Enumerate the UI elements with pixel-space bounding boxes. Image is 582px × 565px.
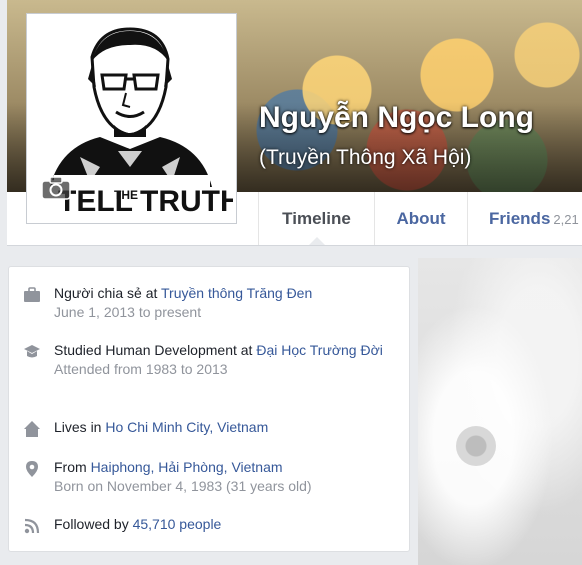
right-column-background [418, 258, 582, 565]
tab-timeline[interactable]: Timeline [258, 192, 374, 245]
tab-friends-label: Friends [489, 209, 551, 228]
education-dates: Attended from 1983 to 2013 [54, 361, 228, 377]
work-prefix: Người chia sẻ at [54, 285, 162, 301]
education-prefix: Studied Human Development at [54, 342, 257, 358]
tab-about-label: About [396, 209, 446, 228]
tab-about[interactable]: About [374, 192, 467, 245]
graduation-cap-icon [24, 345, 40, 358]
lives-prefix: Lives in [54, 419, 106, 435]
briefcase-icon [24, 287, 40, 302]
tab-friends[interactable]: Friends 2,21 [467, 192, 582, 245]
work-dates: June 1, 2013 to present [54, 304, 202, 320]
lives-link[interactable]: Ho Chi Minh City, Vietnam [105, 419, 268, 435]
work-link[interactable]: Truyền thông Trăng Đen [161, 285, 312, 301]
picture-text-the: THE [114, 188, 138, 202]
followers-prefix: Followed by [54, 516, 133, 532]
friends-count: 2,21 [553, 212, 579, 227]
birth-date: Born on November 4, 1983 (31 years old) [54, 478, 312, 494]
followers-link[interactable]: 45,710 people [133, 516, 222, 532]
profile-name[interactable]: Nguyễn Ngọc Long [259, 101, 534, 135]
picture-text-truth: TRUTH [140, 185, 233, 218]
map-marker-icon [456, 426, 496, 466]
from-prefix: From [54, 459, 91, 475]
education-link[interactable]: Đại Học Trường Đời [256, 342, 383, 358]
rss-icon [24, 518, 40, 534]
profile-picture[interactable]: TELL THE TRUTH [26, 13, 237, 224]
location-pin-icon [26, 461, 38, 477]
camera-icon[interactable] [41, 176, 71, 200]
tab-timeline-label: Timeline [282, 209, 351, 228]
from-link[interactable]: Haiphong, Hải Phòng, Vietnam [91, 459, 283, 475]
intro-card: Người chia sẻ at Truyền thông Trăng Đen … [8, 266, 410, 552]
home-icon [24, 421, 40, 437]
profile-alternate-name: (Truyền Thông Xã Hội) [259, 146, 472, 169]
